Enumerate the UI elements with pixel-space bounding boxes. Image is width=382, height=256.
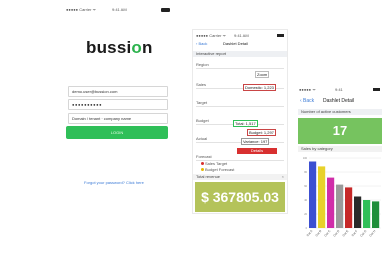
x-tick-label: Cat A (306, 229, 314, 237)
battery-icon (161, 8, 170, 12)
bar[interactable] (372, 201, 380, 228)
page-title: Dashlet Detail (223, 41, 248, 46)
x-tick-label: Cat C (323, 228, 332, 237)
forgot-password-link[interactable]: Forgot your password? Click here (84, 180, 144, 185)
y-tick-label: 0 (306, 227, 308, 230)
page-title: Dashlet Detail (323, 98, 355, 104)
zoom-button[interactable]: Zoom (255, 71, 270, 78)
bussion-logo: bussion (86, 38, 153, 57)
battery-icon (373, 88, 380, 91)
clock-label: 9:41 AM (234, 33, 249, 38)
carrier-label: ●●●●● Carrier ᯤ (196, 33, 227, 38)
y-tick-label: 100 (303, 157, 308, 160)
y-tick-label: 80 (304, 171, 307, 174)
details-button[interactable]: Details (237, 148, 277, 154)
data-tooltip: Variance: 197 (241, 138, 270, 145)
data-tooltip: Domestic: 1,223 (243, 84, 276, 91)
dashlet-detail-screen: ●●●●● ᯤ 9:41 ‹ Back Dashlet Detail Numbe… (297, 84, 382, 254)
y-tick-label: 60 (304, 185, 307, 188)
nav-bar: ‹ Back Dashlet Detail (193, 41, 287, 49)
table-row[interactable]: Forecast (196, 154, 284, 161)
status-bar: ●●●●● ᯤ 9:41 (299, 87, 380, 92)
table-row[interactable]: Region (196, 62, 284, 69)
username-field[interactable]: demo.user@bussion.com (68, 86, 168, 97)
username-value: demo.user@bussion.com (72, 89, 118, 94)
x-tick-label: Cat H (368, 229, 376, 237)
close-icon[interactable]: × (282, 174, 284, 179)
section-subtitle: Interactive report (193, 51, 287, 57)
domain-value: Domain / tenant · company name (72, 116, 132, 121)
nav-bar: ‹ Back Dashlet Detail (297, 99, 382, 107)
bar[interactable] (363, 200, 371, 228)
x-tick-label: Cat E (341, 229, 349, 237)
password-value: ●●●●●●●●●● (72, 102, 103, 107)
bar[interactable] (345, 187, 353, 228)
login-button[interactable]: LOGIN (66, 126, 168, 139)
kpi-header: Total revenue × (193, 174, 287, 180)
domain-field[interactable]: Domain / tenant · company name (68, 113, 168, 124)
bar[interactable] (354, 196, 362, 229)
clock-label: 9:41 AM (112, 7, 127, 12)
legend-dot-icon (201, 168, 204, 172)
report-screen: ●●●●● Carrier ᯤ 9:41 AM ‹ Back Dashlet D… (192, 29, 288, 214)
carrier-label: ●●●●● Carrier ᯤ (66, 7, 97, 12)
bar[interactable] (336, 184, 344, 228)
y-tick-label: 20 (304, 213, 307, 216)
x-tick-label: Cat D (332, 228, 341, 237)
y-tick-label: 40 (304, 199, 307, 202)
x-tick-label: Cat F (351, 229, 359, 237)
clock-label: 9:41 (335, 87, 343, 92)
bar[interactable] (327, 177, 335, 228)
password-field[interactable]: ●●●●●●●●●● (68, 99, 168, 110)
back-button[interactable]: ‹ Back (300, 99, 314, 104)
battery-icon (277, 34, 284, 37)
bar-chart: 020406080100Cat A Cat B Cat C Cat D Cat E Cat… (303, 157, 381, 238)
chart-legend: Sales Target (201, 161, 227, 166)
status-bar: ●●●●● Carrier ᯤ 9:41 AM (196, 33, 284, 38)
carrier-label: ●●●●● ᯤ (299, 87, 316, 92)
table-row[interactable]: Actual (196, 136, 284, 143)
legend-dot-icon (201, 162, 204, 166)
bar[interactable] (318, 166, 326, 228)
x-tick-label: Cat B (314, 229, 322, 237)
section-subtitle: Number of active customers (298, 109, 382, 115)
bar[interactable] (309, 161, 317, 229)
revenue-kpi: $ 367805.03 (195, 182, 285, 212)
login-screen: ●●●●● Carrier ᯤ 9:41 AM bussion demo.use… (62, 2, 174, 242)
data-tooltip: Budget: 1,297 (247, 129, 276, 136)
back-button[interactable]: ‹ Back (196, 41, 207, 46)
status-bar: ●●●●● Carrier ᯤ 9:41 AM (66, 7, 170, 13)
kpi-value: 17 (298, 118, 382, 144)
x-tick-label: Cat G (359, 229, 368, 238)
data-tooltip: Total: 1,517 (233, 120, 258, 127)
table-row[interactable]: Target (196, 100, 284, 107)
chart-legend: Budget Forecast (201, 167, 234, 172)
